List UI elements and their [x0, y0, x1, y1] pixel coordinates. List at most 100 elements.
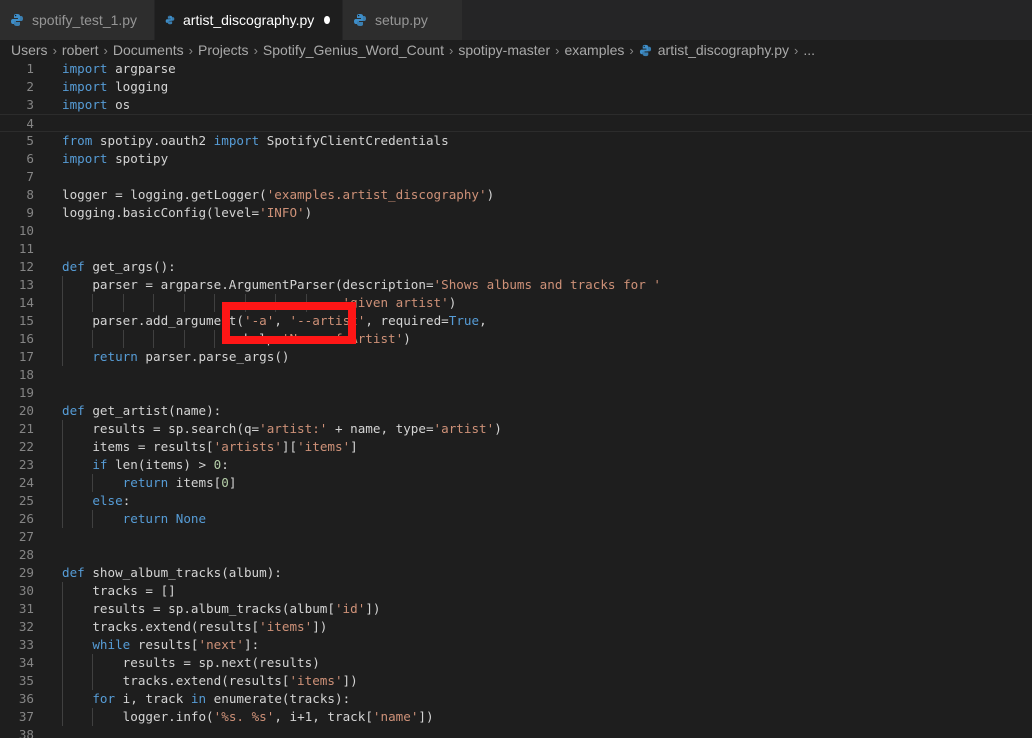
code-line[interactable]: 29 def show_album_tracks(album): [0, 564, 1032, 582]
tab-setup-py[interactable]: setup.py [343, 0, 463, 40]
code-line[interactable]: 16 help='Name of Artist') [0, 330, 1032, 348]
code-token: 'name' [372, 709, 419, 724]
code-line[interactable]: 21 results = sp.search(q='artist:' + nam… [0, 420, 1032, 438]
code-token: 'next' [198, 637, 245, 652]
code-line[interactable]: 1 import argparse [0, 60, 1032, 78]
breadcrumb-item[interactable]: robert [62, 42, 99, 58]
line-number: 28 [18, 547, 34, 562]
code-line[interactable]: 36 for i, track in enumerate(tracks): [0, 690, 1032, 708]
code-line[interactable]: 23 if len(items) > 0: [0, 456, 1032, 474]
line-number: 29 [18, 565, 34, 580]
code-token: results[ [130, 637, 199, 652]
code-line[interactable]: 25 else: [0, 492, 1032, 510]
code-line[interactable]: 14 'given artist') [0, 294, 1032, 312]
code-line[interactable]: 22 items = results['artists']['items'] [0, 438, 1032, 456]
code-line[interactable]: 28 [0, 546, 1032, 564]
code-line[interactable]: 13 parser = argparse.ArgumentParser(desc… [0, 276, 1032, 294]
code-line[interactable]: 2 import logging [0, 78, 1032, 96]
breadcrumb-item[interactable]: spotipy-master [458, 42, 550, 58]
code-line[interactable]: 18 [0, 366, 1032, 384]
line-number: 21 [18, 421, 34, 436]
code-token: SpotifyClientCredentials [259, 133, 449, 148]
line-number: 30 [18, 583, 34, 598]
code-line[interactable]: 26 return None [0, 510, 1032, 528]
code-text: import os [62, 96, 130, 114]
code-line[interactable]: 7 [0, 168, 1032, 186]
code-line[interactable]: 9 logging.basicConfig(level='INFO') [0, 204, 1032, 222]
code-token: logging [107, 79, 169, 94]
code-line[interactable]: 12 def get_args(): [0, 258, 1032, 276]
code-token: spotipy.oauth2 [92, 133, 214, 148]
code-token: 'items' [259, 619, 313, 634]
code-line[interactable]: 35 tracks.extend(results['items']) [0, 672, 1032, 690]
code-token: logging.basicConfig(level= [62, 205, 260, 220]
tab-spotify-test-1-py[interactable]: spotify_test_1.py [0, 0, 155, 40]
code-line[interactable]: 27 [0, 528, 1032, 546]
line-number: 26 [18, 511, 34, 526]
code-token: 'items' [289, 673, 343, 688]
annotation-highlight-box [222, 302, 356, 344]
breadcrumb-item[interactable]: artist_discography.py [658, 42, 789, 58]
code-line[interactable]: 33 while results['next']: [0, 636, 1032, 654]
code-token: ]) [312, 619, 328, 634]
code-token: os [107, 97, 131, 112]
code-text: logger = logging.getLogger('examples.art… [62, 186, 494, 204]
code-line[interactable]: 4 [0, 114, 1032, 132]
code-text: def show_album_tracks(album): [62, 564, 282, 582]
code-text: from spotipy.oauth2 import SpotifyClient… [62, 132, 449, 150]
code-line[interactable]: 19 [0, 384, 1032, 402]
code-text: while results['next']: [62, 636, 259, 654]
code-line[interactable]: 20 def get_artist(name): [0, 402, 1032, 420]
line-number: 35 [18, 673, 34, 688]
code-line[interactable]: 6 import spotipy [0, 150, 1032, 168]
code-line[interactable]: 5 from spotipy.oauth2 import SpotifyClien… [0, 132, 1032, 150]
code-line[interactable]: 34 results = sp.next(results) [0, 654, 1032, 672]
code-token: ) [448, 295, 457, 310]
tab-artist-discography-py[interactable]: artist_discography.py [155, 0, 343, 40]
code-token: import [62, 151, 108, 166]
tab-label: artist_discography.py [183, 12, 315, 28]
code-token: parser.parse_args() [137, 349, 290, 364]
code-line[interactable]: 8 logger = logging.getLogger('examples.ar… [0, 186, 1032, 204]
code-token: None [175, 511, 207, 526]
breadcrumb-item[interactable]: Documents [113, 42, 184, 58]
breadcrumb-item[interactable]: ... [803, 42, 815, 58]
code-line[interactable]: 10 [0, 222, 1032, 240]
code-line[interactable]: 15 parser.add_argument('-a', '--artist',… [0, 312, 1032, 330]
code-line[interactable]: 24 return items[0] [0, 474, 1032, 492]
code-text: tracks.extend(results['items']) [62, 618, 327, 636]
code-token: 'artist' [433, 421, 495, 436]
code-token: logger.info( [62, 709, 214, 724]
chevron-right-icon: › [52, 42, 57, 58]
code-text: def get_artist(name): [62, 402, 221, 420]
line-number: 38 [18, 727, 34, 738]
line-number: 5 [26, 133, 34, 148]
code-token: 'artist:' [259, 421, 328, 436]
code-token: ] [228, 475, 237, 490]
code-token: get_artist(name): [84, 403, 222, 418]
code-line[interactable]: 3 import os [0, 96, 1032, 114]
code-line[interactable]: 17 return parser.parse_args() [0, 348, 1032, 366]
breadcrumb-item[interactable]: Projects [198, 42, 249, 58]
line-number: 15 [18, 313, 34, 328]
code-line[interactable]: 37 logger.info('%s. %s', i+1, track['nam… [0, 708, 1032, 726]
code-editor[interactable]: 1 import argparse 2 import logging 3 import o… [0, 60, 1032, 738]
breadcrumb-item[interactable]: Spotify_Genius_Word_Count [263, 42, 444, 58]
code-text: import logging [62, 78, 168, 96]
line-number: 24 [18, 475, 34, 490]
python-file-icon [165, 15, 175, 25]
code-line[interactable]: 38 [0, 726, 1032, 738]
code-line[interactable]: 31 results = sp.album_tracks(album['id']… [0, 600, 1032, 618]
breadcrumb-item[interactable]: Users [11, 42, 48, 58]
line-number: 32 [18, 619, 34, 634]
breadcrumb-item[interactable]: examples [564, 42, 624, 58]
code-line[interactable]: 11 [0, 240, 1032, 258]
line-number: 19 [18, 385, 34, 400]
code-line[interactable]: 32 tracks.extend(results['items']) [0, 618, 1032, 636]
code-line[interactable]: 30 tracks = [] [0, 582, 1032, 600]
unsaved-changes-dot-icon[interactable] [324, 16, 330, 24]
code-text: return items[0] [62, 474, 237, 492]
code-token: def [62, 403, 85, 418]
